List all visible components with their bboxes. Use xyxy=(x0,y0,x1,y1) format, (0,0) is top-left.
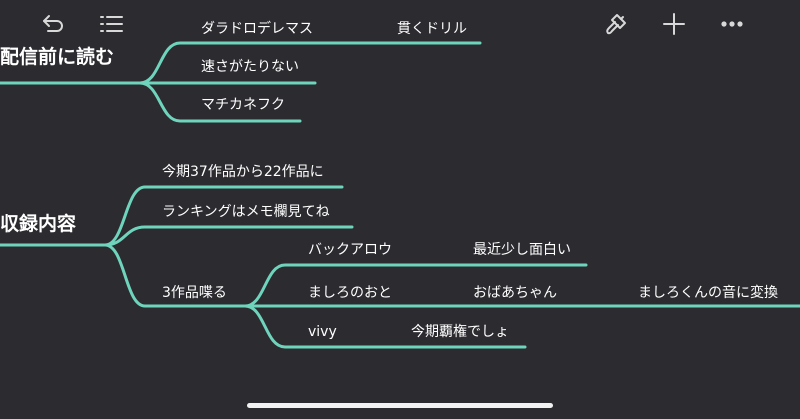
topic-node[interactable]: ダラドロデレマス xyxy=(201,20,313,38)
root-node[interactable]: 配信前に読む xyxy=(0,45,114,69)
paintbrush-icon[interactable] xyxy=(601,9,631,39)
mindmap-branches xyxy=(0,41,800,349)
topic-node[interactable]: バックアロウ xyxy=(308,241,392,259)
home-indicator[interactable] xyxy=(247,403,553,408)
undo-icon[interactable] xyxy=(38,9,68,39)
topic-node[interactable]: 3作品喋る xyxy=(162,284,227,302)
topic-node[interactable]: 最近少し面白い xyxy=(473,241,571,259)
root-node[interactable]: 収録内容 xyxy=(0,212,76,236)
plus-icon[interactable] xyxy=(659,9,689,39)
topic-node[interactable]: ましろくんの音に変換 xyxy=(638,284,778,302)
topic-node[interactable]: 貫くドリル xyxy=(397,20,467,38)
topic-node[interactable]: ランキングはメモ欄見てね xyxy=(162,203,330,221)
more-icon[interactable] xyxy=(717,9,747,39)
topic-node[interactable]: vivy xyxy=(308,323,337,341)
topic-node[interactable]: ましろのおと xyxy=(308,284,392,302)
mindmap-canvas[interactable]: 配信前に読む ダラドロデレマス 貫くドリル 速さがたりない マチカネフク 収録内… xyxy=(0,0,800,419)
topic-node[interactable]: おばあちゃん xyxy=(473,284,557,302)
topic-node[interactable]: 速さがたりない xyxy=(201,58,299,76)
topic-node[interactable]: 今期覇権でしょ xyxy=(411,323,509,341)
topic-node[interactable]: マチカネフク xyxy=(201,96,285,114)
outline-list-icon[interactable] xyxy=(96,9,126,39)
branch-line xyxy=(138,41,482,85)
topic-node[interactable]: 今期37作品から22作品に xyxy=(162,163,324,181)
